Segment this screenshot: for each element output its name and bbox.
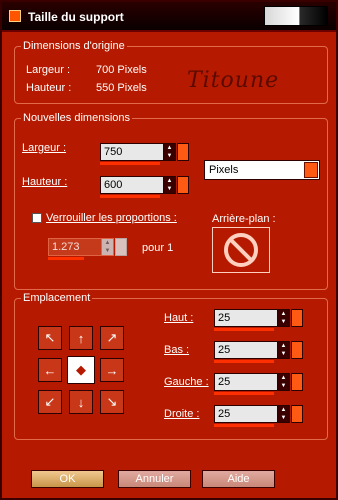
bottom-input[interactable]: 25 — [214, 341, 278, 359]
anchor-middle-left[interactable]: ← — [38, 358, 62, 382]
new-height-label: Hauteur : — [22, 176, 68, 188]
new-width-arrows[interactable]: ▲ ▼ — [164, 143, 176, 161]
arrow-up-icon[interactable]: ▲ — [278, 374, 289, 382]
right-bar — [214, 424, 274, 427]
anchor-bottom-left[interactable]: ↙ — [38, 390, 62, 414]
cancel-button[interactable]: Annuler — [118, 470, 191, 488]
arrow-up-icon[interactable]: ▲ — [102, 239, 113, 247]
window-title: Taille du support — [28, 10, 124, 24]
left-input[interactable]: 25 — [214, 373, 278, 391]
dropdown-button[interactable] — [304, 162, 318, 178]
top-bar — [214, 328, 274, 331]
left-label: Gauche : — [164, 376, 209, 388]
ratio-suffix: pour 1 — [142, 242, 174, 254]
anchor-center[interactable]: ◆ — [67, 356, 95, 384]
unit-select-value: Pixels — [209, 164, 239, 176]
anchor-bottom-center[interactable]: ↓ — [69, 390, 93, 414]
top-input[interactable]: 25 — [214, 309, 278, 327]
arrow-up-icon[interactable]: ▲ — [164, 177, 175, 185]
arrow-up-icon[interactable]: ▲ — [278, 342, 289, 350]
ok-button[interactable]: OK — [31, 470, 104, 488]
original-width-label: Largeur : — [26, 64, 71, 76]
arrow-down-icon[interactable]: ▼ — [102, 247, 113, 255]
left-slider-button[interactable] — [291, 373, 303, 391]
top-slider-button[interactable] — [291, 309, 303, 327]
arrow-down-icon[interactable]: ▼ — [278, 318, 289, 326]
right-input[interactable]: 25 — [214, 405, 278, 423]
arrow-down-icon[interactable]: ▼ — [164, 185, 175, 193]
left-arrows[interactable]: ▲ ▼ — [278, 373, 290, 391]
original-height-value: 550 Pixels — [96, 82, 147, 94]
help-button[interactable]: Aide — [202, 470, 275, 488]
arrow-down-icon[interactable]: ▼ — [278, 350, 289, 358]
arrow-up-icon[interactable]: ▲ — [278, 310, 289, 318]
top-arrows[interactable]: ▲ ▼ — [278, 309, 290, 327]
top-label: Haut : — [164, 312, 194, 324]
ratio-slider-button[interactable] — [115, 238, 127, 256]
arrow-up-icon[interactable]: ▲ — [278, 406, 289, 414]
anchor-top-left[interactable]: ↖ — [38, 326, 62, 350]
right-slider-button[interactable] — [291, 405, 303, 423]
ratio-input[interactable]: 1.273 — [48, 238, 102, 256]
lock-proportions-label: Verrouiller les proportions : — [46, 212, 177, 224]
placement-label: Emplacement — [21, 292, 93, 304]
anchor-middle-right[interactable]: → — [100, 358, 124, 382]
original-dimensions-label: Dimensions d'origine — [21, 40, 127, 52]
unit-select[interactable]: Pixels — [204, 160, 320, 180]
arrow-up-icon[interactable]: ▲ — [164, 144, 175, 152]
original-width-value: 700 Pixels — [96, 64, 147, 76]
bottom-spinner[interactable]: 25 ▲ ▼ — [214, 341, 303, 359]
arrow-down-icon[interactable]: ▼ — [164, 152, 175, 160]
anchor-top-center[interactable]: ↑ — [69, 326, 93, 350]
bottom-bar — [214, 360, 274, 363]
left-spinner[interactable]: 25 ▲ ▼ — [214, 373, 303, 391]
right-spinner[interactable]: 25 ▲ ▼ — [214, 405, 303, 423]
anchor-bottom-right[interactable]: ↘ — [100, 390, 124, 414]
anchor-top-right[interactable]: ↗ — [100, 326, 124, 350]
new-width-input[interactable]: 750 — [100, 143, 164, 161]
bottom-slider-button[interactable] — [291, 341, 303, 359]
arrow-down-icon[interactable]: ▼ — [278, 414, 289, 422]
app-icon — [9, 10, 21, 22]
ratio-bar — [48, 257, 84, 260]
new-width-slider-button[interactable] — [177, 143, 189, 161]
lock-proportions-checkbox[interactable] — [32, 213, 42, 223]
background-color-swatch[interactable] — [212, 227, 270, 273]
arrow-down-icon[interactable]: ▼ — [278, 382, 289, 390]
watermark-logo: Titoune — [187, 68, 280, 93]
new-width-label: Largeur : — [22, 142, 67, 154]
background-label: Arrière-plan : — [212, 213, 276, 225]
ratio-arrows[interactable]: ▲ ▼ — [102, 238, 114, 256]
new-dimensions-label: Nouvelles dimensions — [21, 112, 132, 124]
title-bar[interactable]: Taille du support — [2, 2, 336, 32]
right-arrows[interactable]: ▲ ▼ — [278, 405, 290, 423]
title-bar-control[interactable] — [264, 6, 328, 26]
bottom-arrows[interactable]: ▲ ▼ — [278, 341, 290, 359]
new-height-bar — [100, 195, 160, 198]
new-height-slider-button[interactable] — [177, 176, 189, 194]
new-height-spinner[interactable]: 600 ▲ ▼ — [100, 176, 189, 194]
bottom-label: Bas : — [164, 344, 190, 356]
new-width-bar — [100, 162, 160, 165]
ratio-spinner: 1.273 ▲ ▼ — [48, 238, 127, 256]
dialog-window: Taille du support Dimensions d'origine L… — [0, 0, 338, 500]
left-bar — [214, 392, 274, 395]
right-label: Droite : — [164, 408, 200, 420]
new-height-input[interactable]: 600 — [100, 176, 164, 194]
new-height-arrows[interactable]: ▲ ▼ — [164, 176, 176, 194]
original-height-label: Hauteur : — [26, 82, 72, 94]
new-width-spinner[interactable]: 750 ▲ ▼ — [100, 143, 189, 161]
no-entry-icon — [224, 233, 258, 267]
top-spinner[interactable]: 25 ▲ ▼ — [214, 309, 303, 327]
